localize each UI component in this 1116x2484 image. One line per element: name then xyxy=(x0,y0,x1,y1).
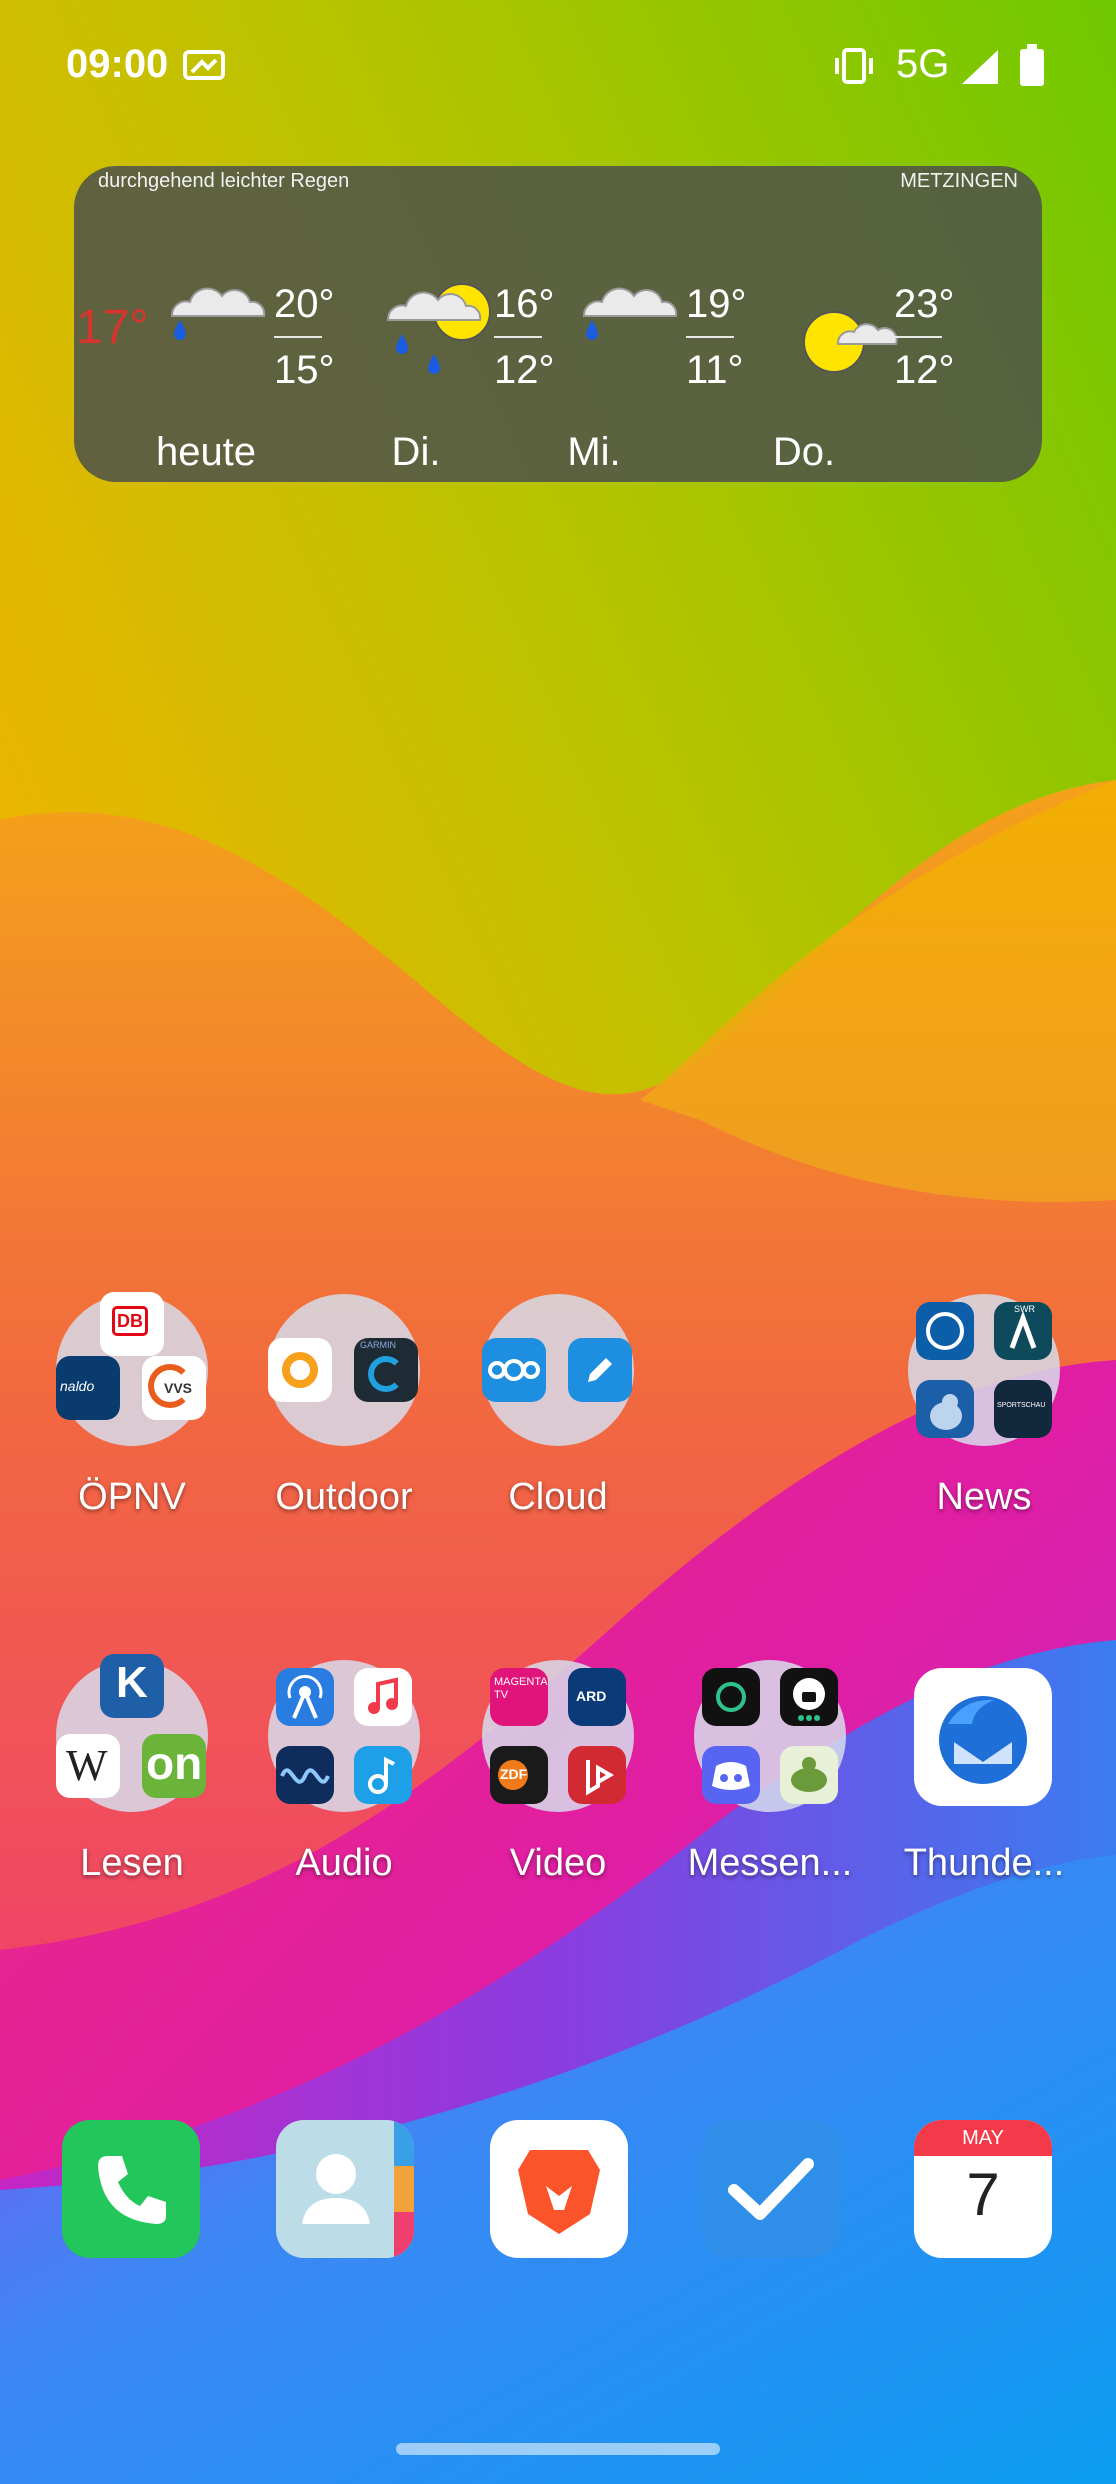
db-logo-text: DB xyxy=(112,1306,148,1336)
naldo-icon: naldo xyxy=(56,1356,120,1420)
screenshot-notification-icon xyxy=(183,50,225,80)
music-icon xyxy=(354,1668,412,1726)
koreader-icon: K xyxy=(100,1654,164,1718)
wikipedia-logo-text: W xyxy=(66,1741,108,1790)
folder-news[interactable]: SWR SPORTSCHAU xyxy=(894,1280,1074,1460)
vibrate-icon xyxy=(835,48,873,84)
temp-divider xyxy=(686,336,734,338)
home-indicator[interactable] xyxy=(396,2443,720,2455)
day-label: Do. xyxy=(772,430,836,474)
folder-outdoor[interactable]: GARMIN xyxy=(254,1280,434,1460)
sun-cloud-icon xyxy=(803,311,898,373)
status-bar: 09:00 5G xyxy=(0,0,1116,130)
folder-label: Lesen xyxy=(80,1842,184,1884)
phone-app-icon[interactable] xyxy=(62,2120,200,2258)
weather-description: durchgehend leichter Regen xyxy=(98,170,350,192)
nextcloud-icon xyxy=(482,1338,546,1402)
day-label: Mi. xyxy=(567,430,621,474)
contacts-app-icon[interactable] xyxy=(276,2120,414,2258)
brave-browser-icon[interactable] xyxy=(490,2120,628,2258)
folder-lesen[interactable]: K W on xyxy=(42,1646,222,1826)
day-low-temp: 15° xyxy=(274,348,335,392)
wikipedia-icon: W xyxy=(56,1734,120,1798)
folder-cloud[interactable] xyxy=(468,1280,648,1460)
folder-opnv[interactable]: DB naldo VVS xyxy=(42,1280,222,1460)
vvs-icon: VVS xyxy=(142,1356,206,1420)
podcast-icon xyxy=(276,1668,334,1726)
tox-icon xyxy=(780,1746,838,1804)
folder-label: Cloud xyxy=(508,1476,608,1518)
clock: 09:00 xyxy=(66,42,169,86)
folder-label: News xyxy=(936,1476,1032,1518)
tusky-icon xyxy=(916,1380,974,1438)
calendar-month: MAY xyxy=(914,2120,1052,2156)
vvs-logo-text: VVS xyxy=(164,1380,193,1396)
folder-audio[interactable] xyxy=(254,1646,434,1826)
temp-divider xyxy=(494,336,542,338)
tagesschau-icon xyxy=(916,1302,974,1360)
day-high-temp: 19° xyxy=(686,282,747,326)
magenta-tv-logo-text: MAGENTA TV xyxy=(494,1676,547,1701)
nextcloud-notes-icon xyxy=(568,1338,632,1402)
day-high-temp: 16° xyxy=(494,282,555,326)
garmin-logo-text: GARMIN xyxy=(360,1340,396,1350)
ard-mediathek-icon: ARD xyxy=(568,1668,626,1726)
day-low-temp: 12° xyxy=(894,348,955,392)
onleihe-icon: on xyxy=(142,1734,206,1798)
folder-label: ÖPNV xyxy=(78,1476,186,1518)
discord-icon xyxy=(702,1746,760,1804)
weather-widget[interactable]: durchgehend leichter Regen METZINGEN 17°… xyxy=(74,166,1042,482)
cloud-rain-icon xyxy=(582,287,678,340)
app-label: Thunde... xyxy=(903,1842,1065,1884)
day-low-temp: 12° xyxy=(494,348,555,392)
folder-label: Messen... xyxy=(687,1842,853,1884)
zdf-logo-text: ZDF xyxy=(500,1766,528,1782)
thunderbird-app-icon[interactable] xyxy=(914,1668,1052,1806)
signal-icon xyxy=(962,50,998,84)
magenta-tv-icon: MAGENTA TV xyxy=(490,1668,548,1726)
element-icon xyxy=(702,1668,760,1726)
radio-icon xyxy=(276,1746,334,1804)
weather-location: METZINGEN xyxy=(900,170,1018,192)
garmin-connect-icon: GARMIN xyxy=(354,1338,418,1402)
sun-cloud-rain-icon xyxy=(386,283,491,374)
onleihe-logo-text: on xyxy=(146,1737,203,1789)
folder-messenger[interactable] xyxy=(680,1646,860,1826)
temp-divider xyxy=(274,336,322,338)
tasks-app-icon[interactable] xyxy=(702,2120,840,2258)
threema-icon xyxy=(780,1668,838,1726)
sportschau-icon: SPORTSCHAU xyxy=(994,1380,1052,1438)
day-label: heute xyxy=(155,430,257,474)
naldo-logo-text: naldo xyxy=(60,1378,95,1394)
battery-icon xyxy=(1020,44,1044,86)
folder-label: Audio xyxy=(295,1842,393,1884)
calendar-day: 7 xyxy=(966,2161,1000,2228)
sportschau-logo-text: SPORTSCHAU xyxy=(997,1402,1046,1409)
day-high-temp: 23° xyxy=(894,282,955,326)
day-low-temp: 11° xyxy=(686,348,744,392)
osmand-icon xyxy=(268,1338,332,1402)
newpipe-icon xyxy=(568,1746,626,1804)
temp-divider xyxy=(894,336,942,338)
ard-logo-text: ARD xyxy=(576,1688,607,1704)
db-navigator-icon: DB xyxy=(100,1292,164,1356)
calendar-app-icon[interactable]: MAY 7 xyxy=(914,2120,1052,2258)
folder-label: Outdoor xyxy=(275,1476,413,1518)
day-high-temp: 20° xyxy=(274,282,335,326)
swr-aktuell-icon: SWR xyxy=(994,1302,1052,1360)
folder-video[interactable]: MAGENTA TV ARD ZDF xyxy=(468,1646,648,1826)
folder-label: Video xyxy=(509,1842,607,1884)
zdf-mediathek-icon: ZDF xyxy=(490,1746,548,1804)
music-player-icon xyxy=(354,1746,412,1804)
cloud-rain-icon xyxy=(170,287,266,340)
day-label: Di. xyxy=(391,430,441,474)
swr-logo-text: SWR xyxy=(1014,1304,1035,1314)
current-temperature: 17° xyxy=(76,301,149,354)
network-type-label: 5G xyxy=(896,42,950,86)
